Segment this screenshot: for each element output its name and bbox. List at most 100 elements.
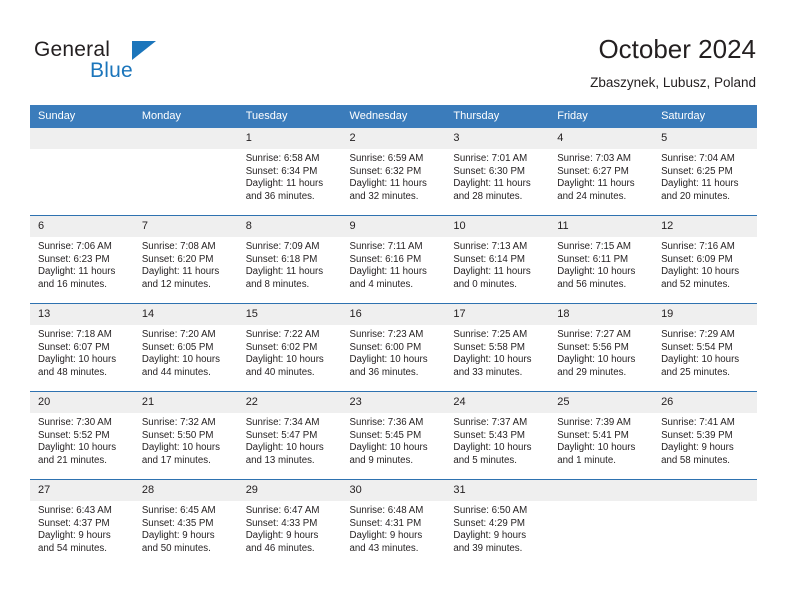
day-number: 24 <box>445 392 550 413</box>
sunset-text: Sunset: 6:11 PM <box>557 253 629 265</box>
day-cell[interactable]: 30 Sunrise: 6:48 AM Sunset: 4:31 PM Dayligh… <box>341 479 446 567</box>
day-cell[interactable]: 21 Sunrise: 7:32 AM Sunset: 5:50 PM Dayligh… <box>133 391 238 480</box>
calendar-page: General Blue October 2024 Zbaszynek, Lub… <box>0 0 792 612</box>
daylight-text-line2: and 20 minutes. <box>661 190 730 202</box>
sunset-text: Sunset: 6:02 PM <box>245 341 318 353</box>
sunrise-text: Sunrise: 7:06 AM <box>38 241 112 252</box>
day-cell[interactable]: 12 Sunrise: 7:16 AM Sunset: 6:09 PM Dayligh… <box>653 215 757 304</box>
day-number: 5 <box>653 128 757 149</box>
day-cell[interactable]: 14 Sunrise: 7:20 AM Sunset: 6:05 PM Dayligh… <box>133 303 238 392</box>
daylight-text-line2: and 54 minutes. <box>38 542 107 554</box>
sunrise-text: Sunrise: 7:34 AM <box>245 417 320 428</box>
daylight-text-line1: Daylight: 11 hours <box>245 178 324 190</box>
day-cell[interactable]: 3 Sunrise: 7:01 AM Sunset: 6:30 PM Daylight… <box>445 128 550 216</box>
daylight-text-line1: Daylight: 10 hours <box>453 354 532 366</box>
daylight-text-line2: and 52 minutes. <box>661 278 730 290</box>
day-details: Sunrise: 6:48 AM Sunset: 4:31 PM Daylight:… <box>342 501 446 555</box>
daylight-text-line2: and 56 minutes. <box>557 278 627 290</box>
day-number: 4 <box>549 128 654 149</box>
day-details: Sunrise: 7:18 AM Sunset: 6:07 PM Daylight:… <box>30 325 134 379</box>
day-cell[interactable]: 5 Sunrise: 7:04 AM Sunset: 6:25 PM Daylight… <box>653 128 757 216</box>
daylight-text-line2: and 9 minutes. <box>349 454 414 466</box>
day-details: Sunrise: 7:29 AM Sunset: 5:54 PM Daylight:… <box>653 325 757 379</box>
daylight-text-line1: Daylight: 10 hours <box>141 442 220 454</box>
sunset-text: Sunset: 5:50 PM <box>141 429 214 441</box>
day-number <box>30 128 134 149</box>
logo-triangle-icon <box>132 41 156 60</box>
day-cell[interactable]: 28 Sunrise: 6:45 AM Sunset: 4:35 PM Dayligh… <box>133 479 238 567</box>
calendar-week-row: 27 Sunrise: 6:43 AM Sunset: 4:37 PM Dayligh… <box>30 479 757 567</box>
day-cell[interactable]: 27 Sunrise: 6:43 AM Sunset: 4:37 PM Dayligh… <box>30 479 134 567</box>
daylight-text-line2: and 5 minutes. <box>453 454 517 466</box>
sunrise-text: Sunrise: 7:13 AM <box>453 241 528 252</box>
sunset-text: Sunset: 6:25 PM <box>661 165 733 177</box>
day-cell[interactable]: 7 Sunrise: 7:08 AM Sunset: 6:20 PM Daylight… <box>133 215 238 304</box>
day-details: Sunrise: 7:25 AM Sunset: 5:58 PM Daylight:… <box>445 325 549 379</box>
day-cell[interactable]: 25 Sunrise: 7:39 AM Sunset: 5:41 PM Dayligh… <box>549 391 654 480</box>
sunrise-text: Sunrise: 7:32 AM <box>141 417 216 428</box>
day-details: Sunrise: 7:16 AM Sunset: 6:09 PM Daylight:… <box>653 237 757 291</box>
daylight-text-line1: Daylight: 10 hours <box>557 266 636 278</box>
sunset-text: Sunset: 5:47 PM <box>245 429 318 441</box>
day-cell[interactable]: 20 Sunrise: 7:30 AM Sunset: 5:52 PM Dayligh… <box>30 391 134 480</box>
sunset-text: Sunset: 6:05 PM <box>141 341 214 353</box>
weekday-header-friday: Friday <box>549 105 654 128</box>
day-details: Sunrise: 6:50 AM Sunset: 4:29 PM Daylight:… <box>445 501 549 555</box>
day-cell[interactable]: 31 Sunrise: 6:50 AM Sunset: 4:29 PM Dayligh… <box>445 479 550 567</box>
daylight-text-line1: Daylight: 9 hours <box>349 530 423 542</box>
day-cell[interactable]: 9 Sunrise: 7:11 AM Sunset: 6:16 PM Daylight… <box>341 215 446 304</box>
day-number: 12 <box>653 216 757 237</box>
day-cell[interactable]: 29 Sunrise: 6:47 AM Sunset: 4:33 PM Dayligh… <box>237 479 342 567</box>
sunrise-text: Sunrise: 6:43 AM <box>38 505 112 516</box>
day-cell[interactable]: 13 Sunrise: 7:18 AM Sunset: 6:07 PM Dayligh… <box>30 303 134 392</box>
day-number: 31 <box>445 480 550 501</box>
daylight-text-line2: and 16 minutes. <box>38 278 107 290</box>
daylight-text-line1: Daylight: 11 hours <box>557 178 635 190</box>
sunset-text: Sunset: 6:32 PM <box>349 165 422 177</box>
day-cell-empty <box>549 479 654 567</box>
sunrise-text: Sunrise: 7:11 AM <box>349 241 423 252</box>
calendar-week-row: 20 Sunrise: 7:30 AM Sunset: 5:52 PM Dayligh… <box>30 391 757 480</box>
daylight-text-line1: Daylight: 11 hours <box>141 266 220 278</box>
day-cell[interactable]: 16 Sunrise: 7:23 AM Sunset: 6:00 PM Dayligh… <box>341 303 446 392</box>
day-cell[interactable]: 10 Sunrise: 7:13 AM Sunset: 6:14 PM Dayligh… <box>445 215 550 304</box>
day-cell[interactable]: 26 Sunrise: 7:41 AM Sunset: 5:39 PM Dayligh… <box>653 391 757 480</box>
location-subtitle: Zbaszynek, Lubusz, Poland <box>590 75 756 90</box>
sunset-text: Sunset: 4:35 PM <box>141 517 214 529</box>
day-cell[interactable]: 8 Sunrise: 7:09 AM Sunset: 6:18 PM Daylight… <box>237 215 342 304</box>
sunset-text: Sunset: 6:23 PM <box>38 253 110 265</box>
day-cell[interactable]: 6 Sunrise: 7:06 AM Sunset: 6:23 PM Daylight… <box>30 215 134 304</box>
day-cell[interactable]: 18 Sunrise: 7:27 AM Sunset: 5:56 PM Dayligh… <box>549 303 654 392</box>
day-cell[interactable]: 11 Sunrise: 7:15 AM Sunset: 6:11 PM Dayligh… <box>549 215 654 304</box>
sunrise-text: Sunrise: 7:20 AM <box>141 329 216 340</box>
day-details: Sunrise: 7:13 AM Sunset: 6:14 PM Daylight:… <box>445 237 549 291</box>
title-block: October 2024 Zbaszynek, Lubusz, Poland <box>590 32 756 94</box>
day-cell[interactable]: 1 Sunrise: 6:58 AM Sunset: 6:34 PM Daylight… <box>237 128 342 216</box>
day-cell[interactable]: 17 Sunrise: 7:25 AM Sunset: 5:58 PM Dayligh… <box>445 303 550 392</box>
day-number: 11 <box>549 216 654 237</box>
day-details: Sunrise: 7:27 AM Sunset: 5:56 PM Daylight:… <box>549 325 653 379</box>
day-details: Sunrise: 7:30 AM Sunset: 5:52 PM Daylight:… <box>30 413 134 467</box>
day-number: 15 <box>237 304 342 325</box>
sunset-text: Sunset: 5:52 PM <box>38 429 110 441</box>
day-cell[interactable]: 24 Sunrise: 7:37 AM Sunset: 5:43 PM Dayligh… <box>445 391 550 480</box>
daylight-text-line2: and 58 minutes. <box>661 454 730 466</box>
day-cell[interactable]: 23 Sunrise: 7:36 AM Sunset: 5:45 PM Dayligh… <box>341 391 446 480</box>
daylight-text-line2: and 48 minutes. <box>38 366 107 378</box>
day-number <box>133 128 238 149</box>
day-details: Sunrise: 7:15 AM Sunset: 6:11 PM Daylight:… <box>549 237 653 291</box>
day-cell[interactable]: 4 Sunrise: 7:03 AM Sunset: 6:27 PM Daylight… <box>549 128 654 216</box>
daylight-text-line2: and 36 minutes. <box>245 190 315 202</box>
daylight-text-line2: and 39 minutes. <box>453 542 523 554</box>
day-cell[interactable]: 2 Sunrise: 6:59 AM Sunset: 6:32 PM Daylight… <box>341 128 446 216</box>
day-cell[interactable]: 15 Sunrise: 7:22 AM Sunset: 6:02 PM Dayligh… <box>237 303 342 392</box>
day-cell[interactable]: 19 Sunrise: 7:29 AM Sunset: 5:54 PM Dayligh… <box>653 303 757 392</box>
day-cell-empty <box>30 128 134 216</box>
day-number: 18 <box>549 304 654 325</box>
sunrise-text: Sunrise: 6:48 AM <box>349 505 424 516</box>
day-cell[interactable]: 22 Sunrise: 7:34 AM Sunset: 5:47 PM Dayligh… <box>237 391 342 480</box>
day-details: Sunrise: 7:22 AM Sunset: 6:02 PM Daylight:… <box>238 325 342 379</box>
sunrise-text: Sunrise: 7:29 AM <box>661 329 735 340</box>
calendar-week-row: 6 Sunrise: 7:06 AM Sunset: 6:23 PM Daylight… <box>30 215 757 304</box>
calendar-header-row: Sunday Monday Tuesday Wednesday Thursday… <box>30 105 757 128</box>
